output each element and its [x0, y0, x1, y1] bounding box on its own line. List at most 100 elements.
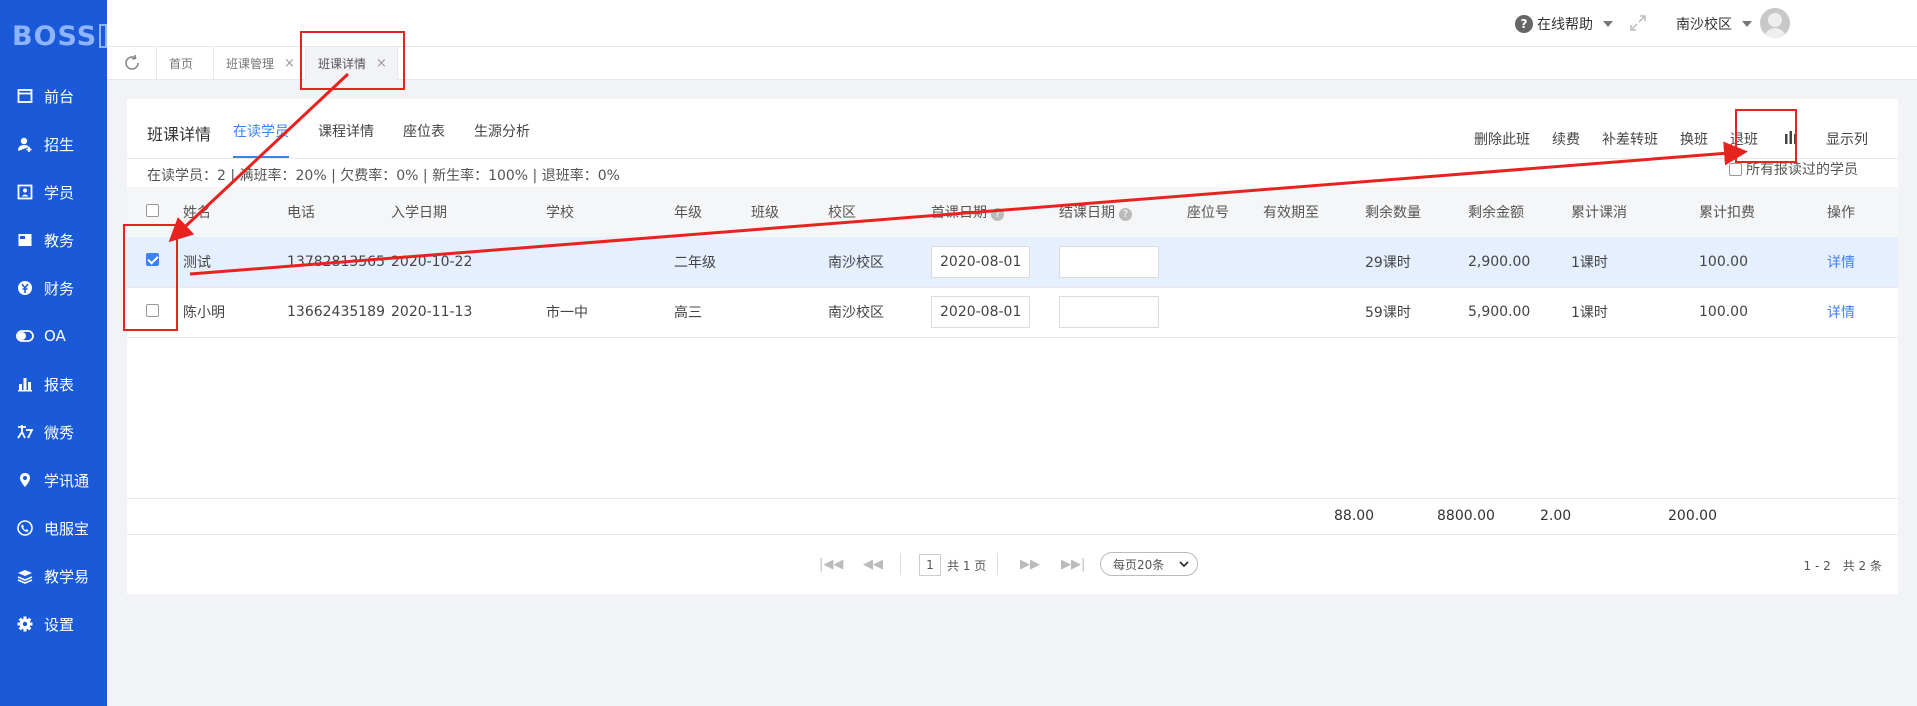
chevron-down-icon	[1742, 20, 1752, 27]
sidebar-item-label: OA	[44, 327, 66, 345]
column-header-2: 入学日期	[391, 187, 546, 237]
next-page-icon[interactable]: ▶▶	[1020, 557, 1040, 572]
first-class-date-input[interactable]: 2020-08-01	[931, 296, 1030, 328]
page-tab-label: 班课管理	[226, 56, 275, 71]
subtab-3[interactable]: 生源分析	[474, 121, 530, 158]
gear-icon	[16, 615, 34, 633]
stack-icon	[16, 567, 34, 585]
column-header-13: 累计课消	[1571, 187, 1699, 237]
table-row[interactable]: 测试 13782813565 2020-10-22 二年级 南沙校区 2020-08-01…	[127, 237, 1898, 288]
column-header-5: 班级	[751, 187, 828, 237]
totals-row: 88.00 8800.00 2.00 200.00	[127, 498, 1898, 535]
column-header-10: 有效期至	[1263, 187, 1365, 237]
sidebar-item-2[interactable]: 学员	[0, 168, 107, 216]
subtab-0[interactable]: 在读学员	[233, 121, 289, 158]
cell-enroll-date: 2020-11-13	[391, 304, 473, 320]
cell-campus: 南沙校区	[828, 254, 884, 271]
cell-remain-amount: 5,900.00	[1468, 304, 1531, 320]
refresh-icon[interactable]	[107, 46, 157, 80]
annotation-box-tab	[300, 31, 405, 90]
page-size-select[interactable]: 每页20条	[1100, 552, 1198, 576]
help-icon[interactable]: ?	[1119, 208, 1132, 221]
close-icon[interactable]: ×	[284, 56, 295, 71]
cell-consumed: 1课时	[1571, 305, 1608, 321]
pagination: |◀◀ ◀◀ 1 共 1 页 ▶▶ ▶▶| 每页20条 1 - 2 共 2 条	[127, 535, 1898, 594]
annotation-box-checkbox	[123, 224, 178, 331]
students-table: 姓名 电话 入学日期 学校 年级 班级 校区 首课日期? 结课日期? 座位号 有效期至 剩余数量 剩余金…	[127, 187, 1898, 338]
action-button-2[interactable]: 补差转班	[1602, 129, 1658, 149]
help-icon[interactable]: ?	[991, 208, 1004, 221]
total-pages: 共 1 页	[947, 559, 987, 573]
online-help-button[interactable]: ? 在线帮助	[1515, 0, 1613, 47]
page-number-input[interactable]: 1	[919, 554, 941, 576]
prev-page-icon[interactable]: ◀◀	[863, 557, 883, 572]
sidebar-item-label: 设置	[44, 615, 75, 634]
table-row[interactable]: 陈小明 13662435189 2020-11-13 市一中 高三 南沙校区 2020-08…	[127, 287, 1898, 338]
show-all-checkbox[interactable]	[1729, 162, 1742, 176]
column-header-4: 年级	[674, 187, 751, 237]
cell-deducted: 100.00	[1699, 304, 1748, 320]
action-button-0[interactable]: 删除此班	[1474, 129, 1530, 149]
sidebar-item-0[interactable]: 前台	[0, 72, 107, 120]
campus-selector[interactable]: 南沙校区	[1676, 0, 1752, 47]
column-header-9: 座位号	[1187, 187, 1263, 237]
sidebar-item-11[interactable]: 设置	[0, 600, 107, 648]
yen-icon	[16, 279, 34, 297]
sidebar-item-label: 财务	[44, 279, 75, 298]
sidebar-item-4[interactable]: 财务	[0, 264, 107, 312]
end-class-date-input[interactable]	[1059, 245, 1159, 278]
campus-label: 南沙校区	[1676, 16, 1732, 33]
chevron-down-icon	[1603, 20, 1613, 27]
detail-link[interactable]: 详情	[1827, 305, 1855, 321]
cell-remain-qty: 59课时	[1365, 305, 1411, 321]
class-detail-card: 班课详情 在读学员 课程详情 座位表 生源分析 删除此班 续费 补差转班 换班 退班 显示列 在…	[127, 99, 1898, 594]
cell-school: 市一中	[546, 305, 588, 321]
total-remain-qty: 88.00	[1334, 508, 1375, 524]
column-header-7: 首课日期?	[931, 187, 1059, 237]
sidebar-item-label: 教务	[44, 231, 75, 250]
page-tab-0[interactable]: 首页	[157, 46, 215, 80]
sidebar-item-8[interactable]: 学讯通	[0, 456, 107, 504]
sidebar-item-label: 前台	[44, 87, 75, 106]
fullscreen-icon[interactable]	[1628, 13, 1648, 33]
chevron-down-icon	[1179, 561, 1189, 568]
end-class-date-input[interactable]	[1059, 296, 1159, 328]
stats-line: 在读学员：2 | 满班率：20% | 欠费率：0% | 新生率：100% | 退…	[147, 168, 620, 184]
column-header-12: 剩余金额	[1468, 187, 1571, 237]
column-header-15: 操作	[1827, 187, 1878, 237]
sidebar-item-5[interactable]: OA	[0, 312, 107, 360]
detail-link[interactable]: 详情	[1827, 255, 1855, 271]
sidebar-item-10[interactable]: 教学易	[0, 552, 107, 600]
sidebar-item-label: 微秀	[44, 423, 75, 442]
page-tab-1[interactable]: 班课管理 ×	[214, 46, 306, 80]
sidebar-item-3[interactable]: 教务	[0, 216, 107, 264]
sidebar-item-9[interactable]: 电服宝	[0, 504, 107, 552]
action-button-3[interactable]: 换班	[1680, 129, 1708, 149]
select-all-checkbox[interactable]	[146, 203, 159, 217]
subtab-1[interactable]: 课程详情	[318, 121, 374, 158]
total-deducted: 200.00	[1668, 508, 1717, 524]
column-header-1: 电话	[287, 187, 391, 237]
avatar[interactable]	[1760, 8, 1790, 38]
total-consumed: 2.00	[1540, 508, 1572, 524]
cell-consumed: 1课时	[1571, 254, 1608, 271]
page-title: 班课详情	[147, 125, 212, 144]
sidebar-item-7[interactable]: 微秀	[0, 408, 107, 456]
sidebar-item-6[interactable]: 报表	[0, 360, 107, 408]
window-icon	[16, 87, 34, 105]
sidebar-item-label: 学员	[44, 183, 75, 202]
action-button-1[interactable]: 续费	[1552, 129, 1580, 149]
user-add-icon	[16, 135, 34, 153]
location-icon	[16, 471, 34, 489]
total-remain-amount: 8800.00	[1437, 508, 1495, 524]
show-columns-label: 显示列	[1826, 132, 1868, 148]
first-class-date-input[interactable]: 2020-08-01	[931, 245, 1030, 278]
first-page-icon[interactable]: |◀◀	[819, 557, 843, 572]
cell-remain-amount: 2,900.00	[1468, 253, 1531, 270]
page-size-label: 每页20条	[1113, 557, 1165, 572]
last-page-icon[interactable]: ▶▶|	[1061, 557, 1085, 572]
subtab-2[interactable]: 座位表	[403, 121, 445, 158]
sidebar-item-label: 报表	[44, 375, 75, 394]
sidebar-item-1[interactable]: 招生	[0, 120, 107, 168]
cell-phone: 13662435189	[287, 304, 385, 320]
